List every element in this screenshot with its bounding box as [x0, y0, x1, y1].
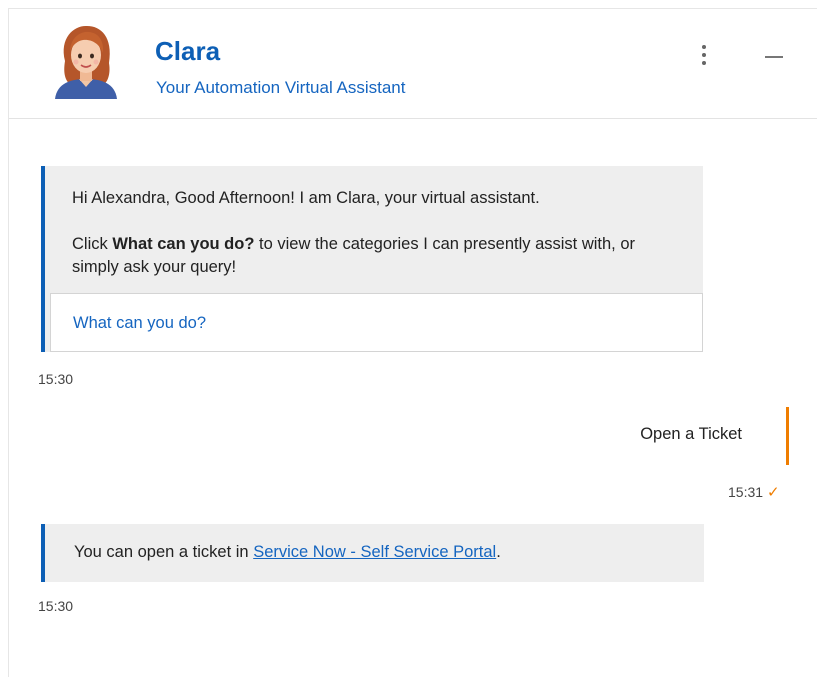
bot-avatar [53, 23, 119, 99]
instruction-bold: What can you do? [112, 235, 255, 253]
user-time: 15:31 [728, 484, 764, 500]
avatar-illustration [55, 25, 117, 99]
quick-reply-label[interactable]: What can you do? [73, 314, 206, 333]
bot-reply-text: You can open a ticket in Service Now - S… [74, 543, 501, 562]
instruction-prefix: Click [72, 235, 113, 253]
bot-subtitle: Your Automation Virtual Assistant [156, 78, 406, 97]
quick-reply-button[interactable]: What can you do? [50, 293, 703, 352]
bot-message: Hi Alexandra, Good Afternoon! I am Clara… [41, 166, 703, 352]
minimize-icon[interactable] [761, 47, 787, 67]
bot-greeting: Hi Alexandra, Good Afternoon! I am Clara… [72, 189, 540, 207]
bot-instruction: Click What can you do? to view the categ… [72, 233, 672, 279]
user-message: Open a Ticket [569, 407, 789, 465]
message-timestamp: 15:30 [38, 371, 74, 387]
chat-window: Clara Your Automation Virtual Assistant … [8, 8, 817, 677]
user-message-timestamp: 15:31 ✓ [728, 483, 780, 501]
service-portal-link[interactable]: Service Now - Self Service Portal [253, 543, 496, 561]
check-icon: ✓ [767, 484, 780, 501]
reply-prefix: You can open a ticket in [74, 543, 254, 561]
message-timestamp: 15:30 [38, 598, 74, 614]
user-message-text: Open a Ticket [640, 425, 742, 443]
more-vertical-icon[interactable] [693, 41, 715, 71]
reply-suffix: . [496, 543, 501, 561]
chat-header: Clara Your Automation Virtual Assistant [9, 9, 817, 119]
user-message-accent [786, 407, 789, 465]
bot-name: Clara [155, 36, 221, 66]
bot-message: You can open a ticket in Service Now - S… [41, 524, 704, 582]
